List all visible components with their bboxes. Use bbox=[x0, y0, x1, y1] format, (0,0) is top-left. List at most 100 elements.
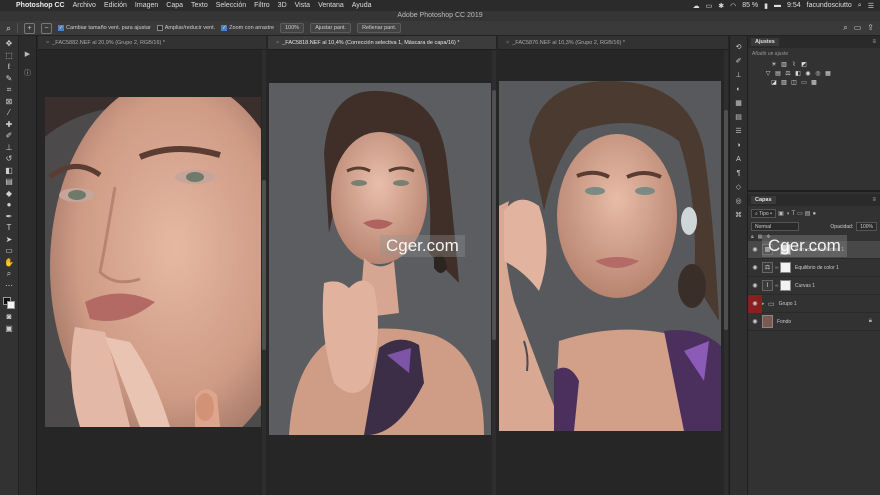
filter-pixel-icon[interactable]: ▣ bbox=[778, 210, 784, 217]
eyedropper-tool-icon[interactable]: ⁄ bbox=[8, 108, 9, 118]
path-select-tool-icon[interactable]: ➤ bbox=[6, 235, 13, 245]
zoom-out-icon[interactable]: − bbox=[41, 22, 53, 34]
document-tab-2[interactable]: × _FAC5818.NEF al 10,4% (Corrección selec… bbox=[268, 36, 496, 50]
app-menu[interactable]: Photoshop CC bbox=[16, 2, 65, 9]
posterize-icon[interactable]: ▨ bbox=[780, 80, 788, 87]
actions-icon[interactable]: ▶ bbox=[25, 50, 30, 58]
healing-tool-icon[interactable]: ✚ bbox=[6, 120, 13, 130]
character-panel-icon[interactable]: A bbox=[736, 156, 741, 164]
zoom-in-icon[interactable]: + bbox=[24, 22, 36, 34]
menu-file[interactable]: Archivo bbox=[73, 2, 96, 9]
quick-mask-icon[interactable]: ◙ bbox=[7, 312, 12, 322]
workspace-icon[interactable]: ▭ bbox=[854, 23, 862, 33]
properties-panel-icon[interactable]: ☰ bbox=[735, 128, 741, 136]
hue-icon[interactable]: ▤ bbox=[774, 71, 782, 78]
tab-layers[interactable]: Capas bbox=[751, 196, 776, 204]
dodge-tool-icon[interactable]: ● bbox=[7, 200, 12, 210]
history-brush-tool-icon[interactable]: ↺ bbox=[6, 154, 13, 164]
menu-type[interactable]: Texto bbox=[191, 2, 208, 9]
lookup-icon[interactable]: ▦ bbox=[824, 71, 832, 78]
lock-icon[interactable]: 🔒︎ bbox=[751, 234, 754, 240]
panel-menu-icon[interactable]: ≡ bbox=[872, 39, 876, 45]
levels-icon[interactable]: ▥ bbox=[780, 62, 788, 69]
eye-icon[interactable]: ◉ bbox=[748, 246, 762, 253]
document-canvas-1[interactable] bbox=[45, 97, 261, 427]
display-icon[interactable]: ▭ bbox=[706, 2, 713, 10]
tab-adjustments[interactable]: Ajustes bbox=[751, 38, 779, 46]
document-canvas-2[interactable] bbox=[269, 83, 491, 435]
brush-tool-icon[interactable]: ✐ bbox=[6, 131, 13, 141]
layer-name[interactable]: Curvas 1 bbox=[795, 283, 815, 289]
resize-windows-checkbox[interactable]: ✓ Cambiar tamaño vent. para ajustar bbox=[58, 25, 151, 31]
fill-screen-button[interactable]: Rellenar pant. bbox=[357, 23, 402, 33]
exposure-icon[interactable]: ◩ bbox=[800, 62, 808, 69]
marquee-tool-icon[interactable]: ⬚ bbox=[5, 51, 13, 61]
filter-shape-icon[interactable]: ▭ bbox=[797, 210, 803, 217]
color-balance-icon[interactable]: ⚖ bbox=[784, 71, 792, 78]
cloud-icon[interactable]: ☁ bbox=[693, 2, 700, 10]
menu-layer[interactable]: Capa bbox=[166, 2, 183, 9]
quick-select-tool-icon[interactable]: ✎ bbox=[6, 74, 13, 84]
adjustments-panel-icon[interactable]: ◑ bbox=[736, 142, 740, 150]
close-icon[interactable]: × bbox=[506, 40, 509, 46]
hand-tool-icon[interactable]: ✋ bbox=[4, 258, 14, 268]
selective-color-icon[interactable]: ▩ bbox=[810, 80, 818, 87]
more-tools-icon[interactable]: ⋯ bbox=[5, 281, 13, 291]
fit-screen-button[interactable]: Ajustar pant. bbox=[310, 23, 352, 33]
paragraph-panel-icon[interactable]: ¶ bbox=[737, 170, 741, 178]
eye-icon[interactable]: ◉ bbox=[748, 264, 762, 271]
layer-thumbnail[interactable] bbox=[762, 315, 773, 328]
document-tab-3[interactable]: × _FAC5876.NEF al 10,3% (Grupo 2, RGB/16)… bbox=[498, 36, 728, 50]
crop-tool-icon[interactable]: ⌗ bbox=[7, 85, 12, 95]
wifi-icon[interactable]: ◠ bbox=[730, 2, 736, 10]
menu-help[interactable]: Ayuda bbox=[352, 2, 372, 9]
paths-panel-icon[interactable]: ⌘ bbox=[735, 212, 742, 220]
filter-smart-icon[interactable]: ▤ bbox=[805, 210, 811, 217]
bw-icon[interactable]: ◧ bbox=[794, 71, 802, 78]
styles-panel-icon[interactable]: ◇ bbox=[736, 184, 741, 192]
layer-row[interactable]: ◉ Fondo 🔒︎ bbox=[748, 313, 880, 331]
scrollbar-thumb[interactable] bbox=[724, 110, 728, 330]
bluetooth-icon[interactable]: ✱ bbox=[718, 2, 724, 10]
channels-panel-icon[interactable]: ◎ bbox=[735, 198, 741, 206]
menu-filter[interactable]: Filtro bbox=[254, 2, 270, 9]
zoom-tool-icon[interactable]: ⌕ bbox=[7, 269, 11, 279]
layer-name[interactable]: Fondo bbox=[777, 319, 791, 325]
color-swatches[interactable] bbox=[2, 296, 16, 310]
type-tool-icon[interactable]: T bbox=[7, 223, 12, 233]
layer-mask-thumbnail[interactable] bbox=[780, 280, 791, 291]
close-icon[interactable]: × bbox=[46, 40, 49, 46]
zoom-100-button[interactable]: 100% bbox=[280, 23, 305, 33]
brightness-icon[interactable]: ☀ bbox=[770, 62, 778, 69]
opacity-input[interactable]: 100% bbox=[856, 222, 877, 231]
eye-icon[interactable]: ◉ bbox=[748, 282, 762, 289]
layer-row[interactable]: ◉ ⌇ ∞ Curvas 1 bbox=[748, 277, 880, 295]
layer-row[interactable]: ◉ ⚖ ∞ Equilibrio de color 1 bbox=[748, 259, 880, 277]
pen-tool-icon[interactable]: ✒ bbox=[6, 212, 13, 222]
screen-mode-icon[interactable]: ▣ bbox=[5, 324, 13, 334]
lasso-tool-icon[interactable]: ℓ bbox=[8, 62, 11, 72]
layer-name[interactable]: Grupo 1 bbox=[779, 301, 797, 307]
search-icon[interactable]: ⌕ bbox=[858, 2, 862, 10]
scrollbar-thumb[interactable] bbox=[492, 90, 496, 340]
clone-source-panel-icon[interactable]: ⊥ bbox=[735, 72, 741, 80]
gradient-tool-icon[interactable]: ▤ bbox=[5, 177, 13, 187]
scrollbar[interactable] bbox=[262, 50, 266, 495]
layer-row[interactable]: ◉ ▸ ▭ Grupo 1 bbox=[748, 294, 880, 313]
flag-icon[interactable]: ▬ bbox=[774, 2, 781, 9]
layer-mask-thumbnail[interactable] bbox=[780, 262, 791, 273]
menu-3d[interactable]: 3D bbox=[278, 2, 287, 9]
clone-stamp-tool-icon[interactable]: ⊥ bbox=[6, 143, 13, 153]
eraser-tool-icon[interactable]: ◧ bbox=[5, 166, 13, 176]
layer-name[interactable]: Equilibrio de color 1 bbox=[795, 265, 839, 271]
history-panel-icon[interactable]: ⟲ bbox=[736, 44, 742, 52]
user-name[interactable]: facundosciutto bbox=[807, 2, 852, 9]
libraries-panel-icon[interactable]: ▤ bbox=[735, 114, 742, 122]
scrollbar-thumb[interactable] bbox=[262, 180, 266, 350]
brush-panel-icon[interactable]: ✐ bbox=[736, 58, 742, 66]
eye-icon[interactable]: ◉ bbox=[748, 318, 762, 325]
notification-center-icon[interactable]: ☰ bbox=[868, 2, 874, 10]
curves-icon[interactable]: ⌇ bbox=[790, 62, 798, 69]
close-icon[interactable]: × bbox=[276, 40, 279, 46]
info-icon[interactable]: ⓘ bbox=[24, 68, 31, 78]
